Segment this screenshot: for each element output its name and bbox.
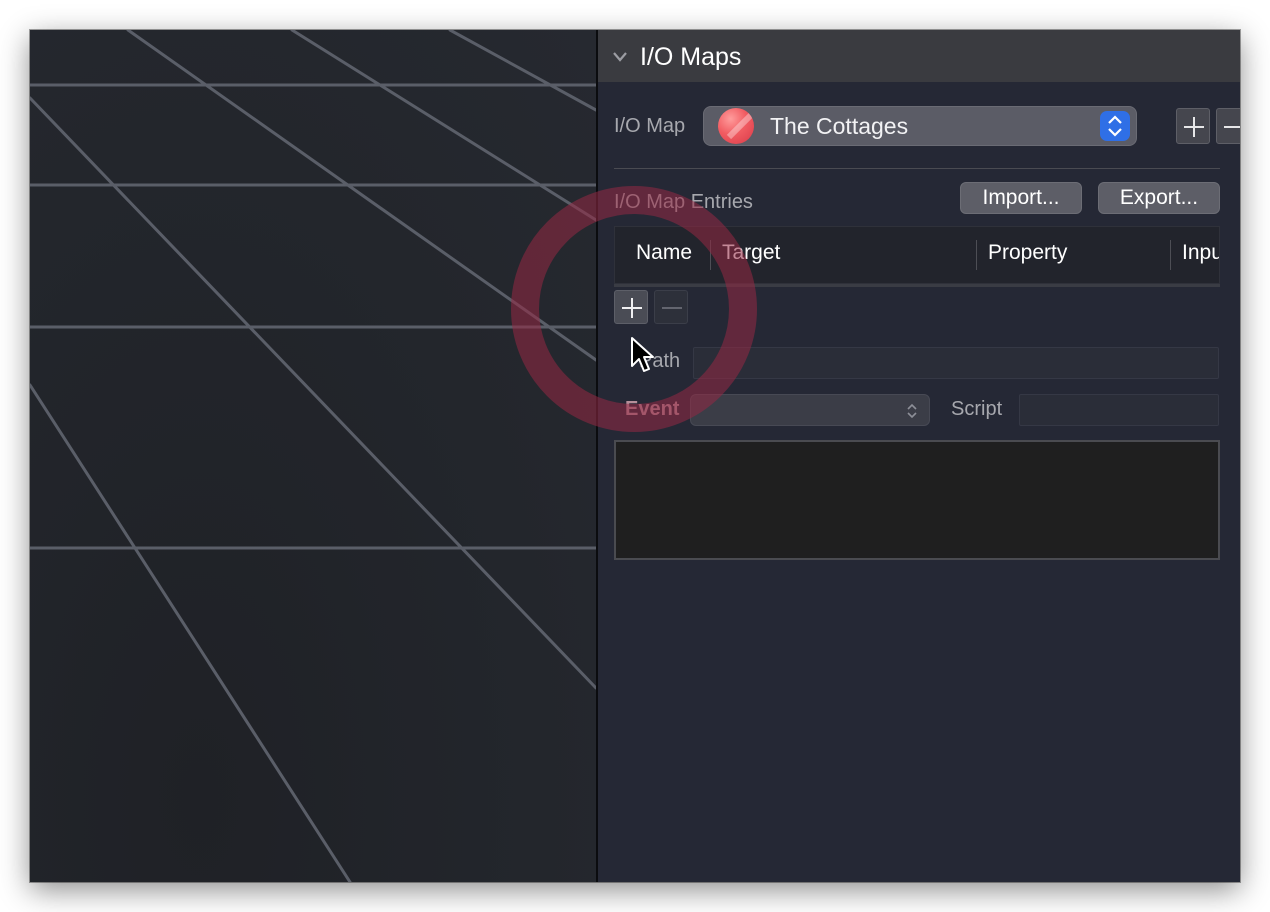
column-target[interactable]: Target <box>722 241 780 265</box>
event-popup[interactable] <box>690 394 930 426</box>
column-property[interactable]: Property <box>988 241 1067 265</box>
script-field[interactable] <box>1019 394 1219 426</box>
script-label: Script <box>951 398 1003 420</box>
io-map-selected: The Cottages <box>770 113 909 139</box>
column-input[interactable]: Inpu <box>1182 241 1219 265</box>
path-field[interactable] <box>693 347 1219 379</box>
app-window: I/O Maps I/O Map The Cottages I/O Map En… <box>30 30 1240 882</box>
minus-icon <box>1224 126 1240 128</box>
floor-grid <box>30 30 596 882</box>
column-divider[interactable] <box>1170 240 1171 270</box>
column-divider[interactable] <box>710 240 711 270</box>
section-title: I/O Maps <box>640 43 742 71</box>
column-name[interactable]: Name <box>636 241 692 265</box>
entries-table-header: Name Target Property Inpu <box>614 226 1220 284</box>
path-label: Path <box>639 350 681 372</box>
plus-icon <box>1184 117 1204 137</box>
event-label: Event <box>625 398 680 420</box>
add-map-button[interactable] <box>1176 108 1210 144</box>
separator <box>614 168 1220 169</box>
plus-icon <box>622 298 642 318</box>
add-entry-button[interactable] <box>614 290 648 324</box>
inspector-panel: I/O Maps I/O Map The Cottages I/O Map En… <box>598 30 1240 882</box>
entries-label: I/O Map Entries <box>614 191 753 213</box>
io-map-popup[interactable]: The Cottages <box>703 106 1137 146</box>
table-body-edge <box>614 284 1220 287</box>
io-map-label: I/O Map <box>614 115 686 137</box>
remove-entry-button[interactable] <box>654 290 688 324</box>
import-button[interactable]: Import... <box>960 182 1082 214</box>
section-header[interactable]: I/O Maps <box>598 30 1240 82</box>
up-down-stepper-icon[interactable] <box>1100 111 1130 141</box>
up-down-stepper-icon <box>907 403 917 419</box>
script-editor[interactable] <box>614 440 1220 560</box>
red-ball-icon <box>718 108 754 144</box>
export-button[interactable]: Export... <box>1098 182 1220 214</box>
minus-icon <box>662 307 682 309</box>
remove-map-button[interactable] <box>1216 108 1240 144</box>
chevron-down-icon[interactable] <box>612 50 628 68</box>
3d-viewport[interactable] <box>30 30 596 882</box>
column-divider[interactable] <box>976 240 977 270</box>
